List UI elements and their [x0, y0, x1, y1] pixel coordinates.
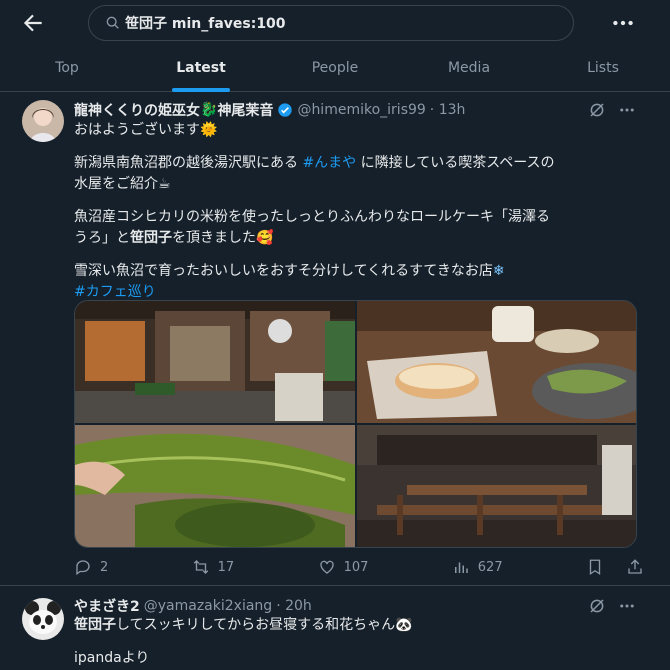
search-icon: [106, 16, 119, 29]
hashtag-link[interactable]: #んまや: [302, 155, 356, 171]
search-input[interactable]: [125, 6, 555, 40]
media-grid: [74, 300, 637, 548]
text-line: ipandaより: [74, 650, 150, 666]
user-handle[interactable]: @yamazaki2xiang: [144, 598, 272, 614]
like-icon: [319, 560, 334, 574]
timestamp[interactable]: · 20h: [276, 598, 312, 614]
tweet[interactable]: やまざき2 @yamazaki2xiang · 20h 笹団子してスッキリしてか…: [0, 586, 670, 670]
share-icon[interactable]: [626, 558, 644, 576]
tweet[interactable]: 龍神くくりの姫巫女 🐉 神尾茉音 @himemiko_iris99 · 13h …: [0, 92, 670, 586]
snowflake-emoji: ❄: [492, 263, 505, 279]
photo-sasa-dango[interactable]: [75, 425, 355, 548]
repost-count: 17: [217, 559, 235, 575]
views-icon: [454, 562, 468, 573]
grok-icon[interactable]: [588, 101, 606, 119]
display-name[interactable]: やまざき2: [74, 596, 140, 616]
back-arrow-icon[interactable]: [20, 10, 46, 36]
smiling-emoji: 🥰: [256, 230, 274, 246]
avatar[interactable]: [22, 598, 64, 640]
search-box[interactable]: [88, 5, 574, 41]
text-line: してスッキリしてからお昼寝する和花ちゃん: [116, 617, 396, 633]
avatar[interactable]: [22, 100, 64, 142]
text-line: 水屋をご紹介: [74, 176, 158, 192]
text-line: おはようございます: [74, 122, 200, 138]
tab-people[interactable]: People: [268, 46, 402, 92]
hashtag-link[interactable]: #カフェ巡り: [74, 284, 156, 300]
photo-cafe-interior[interactable]: [357, 425, 637, 548]
display-name[interactable]: 龍神くくりの姫巫女: [74, 100, 200, 120]
sun-emoji: 🌞: [200, 122, 218, 138]
text-line: を頂きました: [172, 230, 256, 246]
reply-count: 2: [100, 559, 109, 575]
view-count: 627: [477, 559, 503, 575]
repost-icon: [193, 560, 208, 574]
tweet-header: やまざき2 @yamazaki2xiang · 20h: [74, 596, 312, 616]
text-line: 雪深い魚沼で育ったおいしいをおすそ分けしてくれるすてきなお店: [74, 263, 493, 279]
photo-storefront[interactable]: [75, 301, 355, 423]
text-line: うろ」と: [74, 230, 130, 246]
coffee-emoji: ☕: [158, 176, 171, 192]
photo-roll-cake[interactable]: [357, 301, 637, 423]
highlighted-term: 笹団子: [74, 617, 116, 633]
tweet-top-actions: [588, 597, 636, 615]
timestamp[interactable]: · 13h: [430, 102, 466, 118]
reply-button[interactable]: 2: [74, 558, 108, 576]
tab-latest[interactable]: Latest: [134, 46, 268, 92]
tab-top[interactable]: Top: [0, 46, 134, 92]
tab-media[interactable]: Media: [402, 46, 536, 92]
more-options-icon[interactable]: [618, 597, 636, 615]
tweet-header: 龍神くくりの姫巫女 🐉 神尾茉音 @himemiko_iris99 · 13h: [74, 100, 465, 120]
tweet-text: おはようございます🌞 新潟県南魚沼郡の越後湯沢駅にある #んまや に隣接している…: [74, 120, 644, 303]
top-bar: Top Latest People Media Lists: [0, 0, 670, 92]
like-count: 107: [343, 559, 369, 575]
grok-icon[interactable]: [588, 597, 606, 615]
verified-badge-icon: [278, 103, 293, 117]
text-line: 新潟県南魚沼郡の越後湯沢駅にある: [74, 155, 298, 171]
tweet-action-bar: 2 17 107 627: [74, 556, 644, 578]
reply-icon: [76, 560, 90, 576]
panda-emoji: 🐼: [395, 617, 413, 633]
search-tabs: Top Latest People Media Lists: [0, 46, 670, 92]
display-name-suffix[interactable]: 神尾茉音: [217, 100, 273, 120]
tweet-top-actions: [588, 101, 636, 119]
highlighted-term: 笹団子: [130, 230, 172, 246]
tab-lists[interactable]: Lists: [536, 46, 670, 92]
user-handle[interactable]: @himemiko_iris99: [297, 102, 425, 118]
repost-button[interactable]: 17: [192, 558, 235, 576]
bookmark-icon[interactable]: [586, 558, 604, 576]
more-options-icon[interactable]: [618, 101, 636, 119]
views-button[interactable]: 627: [452, 558, 503, 576]
text-line: に隣接している喫茶スペースの: [360, 155, 555, 171]
more-options-icon[interactable]: [610, 10, 636, 36]
like-button[interactable]: 107: [318, 558, 369, 576]
text-line: 魚沼産コシヒカリの米粉を使ったしっとりふんわりなロールケーキ「湯澤る: [74, 209, 550, 225]
name-emoji: 🐉: [200, 102, 218, 118]
tweet-text: 笹団子してスッキリしてからお昼寝する和花ちゃん🐼 ipandaより: [74, 615, 644, 669]
